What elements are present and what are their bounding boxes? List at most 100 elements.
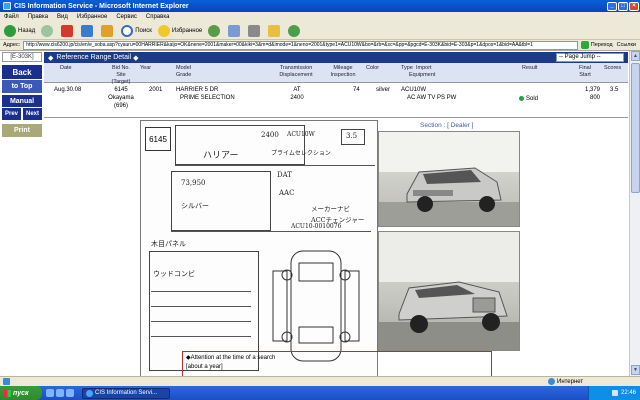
cell-transmission: AT [293,87,301,93]
section-label[interactable]: Section : [ Dealer ] [420,122,473,129]
search-button[interactable]: Поиск [121,24,152,37]
back-arrow-icon [4,24,16,37]
menu-edit[interactable]: Правка [28,14,48,20]
cell-type-equip: ACU10W AC AW TV PS PW [401,86,456,102]
col-year[interactable]: Year [140,65,151,72]
history-button[interactable] [208,24,222,37]
sheet-lot-number: 6145 [145,127,171,151]
next-button[interactable]: Next [23,108,42,120]
col-bid-no: Bid No. [111,65,131,71]
cell-color: silver [376,87,391,93]
sheet-chassis-hw: ACU10-0010076 [291,223,342,230]
links-label[interactable]: Ссылки [617,42,636,48]
back-button[interactable]: Back [2,65,42,79]
stop-icon [61,24,74,37]
maximize-button[interactable]: □ [618,1,628,11]
cell-result-text: Sold [526,96,539,102]
cell-year: 2001 [149,87,163,93]
vehicle-photo-front[interactable] [378,131,520,227]
stop-button[interactable] [61,24,75,37]
go-arrow-icon [580,41,589,49]
cell-result: Sold [519,95,538,103]
sheet-model-hw: ハリアー [203,151,239,161]
forward-nav-button[interactable] [41,24,55,37]
cell-trans: AT 2400 [280,86,314,102]
col-type-label: Type [401,65,413,71]
quicklaunch-desktop-icon[interactable] [46,389,54,397]
cell-bid-no: 6145 [114,87,128,93]
sheet-note-line-2 [151,306,251,307]
sheet-header-box [175,125,305,165]
quicklaunch-media-icon[interactable] [66,389,74,397]
sheet-spec-box [171,171,271,231]
tray-icon[interactable] [611,390,618,396]
favorites-button[interactable]: Избранное [157,24,202,37]
back-nav-button[interactable]: Назад [4,24,35,37]
address-label: Адрес: [3,42,21,48]
suv-rear-illustration [379,232,519,350]
menu-view[interactable]: Вид [57,14,68,20]
system-tray: 22:46 [588,386,640,400]
search-label: Поиск [135,27,152,34]
auction-sheet-image[interactable]: 6145 3.5 2400 ACU10W ハリアー プライムセレクション DAT… [140,120,378,376]
windows-flag-icon [4,389,11,397]
page-jump-select[interactable]: -- Page Jump -- [556,53,624,62]
attention-text: Attention at the time of a search [190,355,276,361]
header-bullet: ◆ [48,54,54,62]
sheet-divider-1 [175,165,375,166]
refresh-button[interactable] [81,24,95,37]
quicklaunch-ie-icon[interactable] [56,389,64,397]
sheet-grade-hw: プライムセレクション [271,150,331,157]
sheet-code-hw: ACU10W [287,131,315,138]
sheet-navi-hw: メーカーナビ [311,205,350,213]
col-scores: Scores [604,65,622,71]
taskbar-ie-window[interactable]: CIS Information Servi... [82,387,170,399]
cell-grade: PRIME SELECTION [180,95,235,101]
sheet-displacement-hw: 2400 [261,131,279,139]
to-top-button[interactable]: to Top [2,80,42,93]
sheet-score-hw: 3.5 [346,132,358,140]
address-input[interactable]: http://www.cis6200.jp/cis/en/e_soba.asp?… [23,40,578,50]
print-button[interactable]: Print [2,124,42,137]
cell-site: Okayama [108,95,134,101]
prev-button[interactable]: Prev [2,108,21,120]
col-trans: Transmission Displacement [276,65,316,79]
col-equipment: Equipment [409,72,436,78]
close-button[interactable]: × [629,1,639,11]
minimize-button[interactable]: _ [607,1,617,11]
cell-final-start: 1,379 800 [580,86,600,102]
vehicle-photo-rear[interactable] [378,231,520,351]
go-label: Переход [590,42,613,48]
table-row[interactable]: Aug.30.08 6145 Okayama (696) 2001 HARRIE… [44,84,628,118]
print-toolbar-button[interactable] [248,24,262,37]
col-grade: Grade [176,72,192,78]
cell-score: 3.5 [610,87,619,93]
page-status-icon [3,378,10,385]
folder-button[interactable] [268,24,282,37]
home-button[interactable] [101,24,115,37]
menu-file[interactable]: Файл [4,14,19,20]
scroll-thumb[interactable] [631,63,640,193]
mail-icon [228,24,241,37]
mail-button[interactable] [228,24,242,37]
forward-arrow-icon [41,24,54,37]
refresh-icon [81,24,94,37]
vertical-scrollbar[interactable]: ▲ ▼ [629,51,640,376]
start-button[interactable]: пуск [0,386,42,400]
header-bullet-end: ◆ [133,54,139,62]
go-button[interactable]: Переход [580,41,613,49]
cell-mileage: 74 [353,87,360,93]
manual-button[interactable]: Manual [2,95,42,107]
messenger-button[interactable] [288,24,302,37]
scroll-up-icon[interactable]: ▲ [631,51,640,61]
menu-favorites[interactable]: Избранное [77,14,107,20]
star-icon [157,24,170,37]
scroll-down-icon[interactable]: ▼ [631,365,640,375]
suv-front-illustration [379,132,519,226]
sheet-trans-hw: DAT [277,171,292,179]
table-header: Date Bid No. Site (Target) Year Model Gr… [44,63,628,85]
menu-help[interactable]: Справка [146,14,170,20]
menu-tools[interactable]: Сервис [116,14,137,20]
status-bar: Интернет [0,376,640,386]
home-icon [101,24,114,37]
